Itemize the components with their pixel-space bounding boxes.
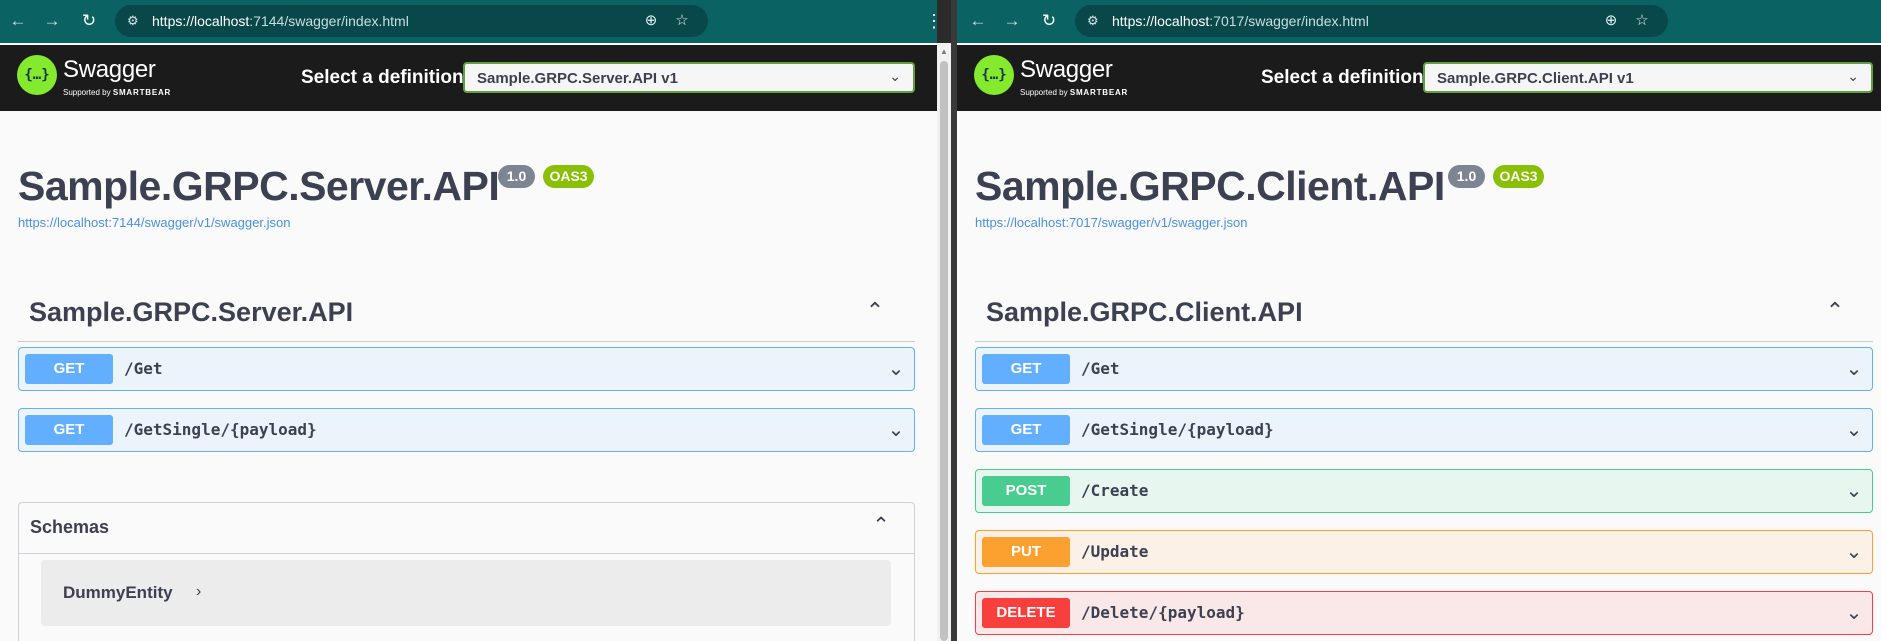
- swagger-topbar: {…} Swagger Supported by SMARTBEAR Selec…: [0, 45, 937, 111]
- reload-icon[interactable]: ↻: [78, 10, 100, 32]
- star-icon[interactable]: ☆: [1632, 11, 1652, 31]
- address-bar[interactable]: ⚙ https://localhost:7144/swagger/index.h…: [115, 5, 708, 37]
- url-path: :7144/swagger/index.html: [249, 13, 409, 29]
- url-host: https://localhost: [152, 13, 250, 29]
- tune-icon[interactable]: ⚙: [127, 13, 143, 29]
- api-title: Sample.GRPC.Server.API: [18, 163, 500, 209]
- operation-put-update[interactable]: PUT /Update ⌄: [975, 530, 1873, 574]
- back-arrow-icon[interactable]: ←: [967, 10, 989, 32]
- swagger-logo-icon[interactable]: {…}: [17, 55, 57, 95]
- method-badge: GET: [982, 354, 1070, 384]
- zoom-icon[interactable]: ⊕: [641, 11, 661, 31]
- smartbear-label: SMARTBEAR: [112, 88, 172, 97]
- operation-get-single[interactable]: GET /GetSingle/{payload} ⌄: [975, 408, 1873, 452]
- definition-selected-value: Sample.GRPC.Server.API v1: [477, 70, 678, 87]
- forward-arrow-icon[interactable]: →: [41, 10, 63, 32]
- reload-icon[interactable]: ↻: [1038, 10, 1060, 32]
- operation-path: /GetSingle/{payload}: [1081, 420, 1274, 439]
- swagger-brand-name: Swagger: [1020, 56, 1113, 83]
- url-text[interactable]: https://localhost:7144/swagger/index.htm…: [152, 13, 409, 29]
- chevron-down-icon[interactable]: ⌄: [1842, 540, 1866, 564]
- tag-section-title[interactable]: Sample.GRPC.Client.API: [986, 297, 1303, 328]
- oas-badge: OAS3: [1493, 165, 1544, 188]
- url-text[interactable]: https://localhost:7017/swagger/index.htm…: [1112, 13, 1369, 29]
- operation-path: /Delete/{payload}: [1081, 603, 1245, 622]
- version-badge: 1.0: [498, 165, 535, 188]
- method-badge: PUT: [982, 537, 1070, 567]
- browser-window-left: ← → ↻ ⚙ https://localhost:7144/swagger/i…: [0, 0, 937, 641]
- tune-icon[interactable]: ⚙: [1087, 13, 1103, 29]
- tag-section-title[interactable]: Sample.GRPC.Server.API: [29, 297, 353, 328]
- definition-selected-value: Sample.GRPC.Client.API v1: [1437, 70, 1634, 87]
- scroll-up-arrow-icon[interactable]: ▲: [940, 47, 948, 56]
- operation-post-create[interactable]: POST /Create ⌄: [975, 469, 1873, 513]
- chevron-down-icon[interactable]: ⌄: [884, 357, 908, 381]
- api-title: Sample.GRPC.Client.API: [975, 163, 1445, 209]
- schemas-divider: [19, 553, 914, 554]
- tag-divider: [975, 341, 1873, 342]
- browser-toolbar: ← → ↻ ⚙ https://localhost:7144/swagger/i…: [0, 0, 937, 43]
- forward-arrow-icon[interactable]: →: [1001, 10, 1023, 32]
- operation-get-single[interactable]: GET /GetSingle/{payload} ⌄: [18, 408, 915, 452]
- spec-json-link[interactable]: https://localhost:7017/swagger/v1/swagge…: [975, 215, 1247, 230]
- schemas-section: Schemas ⌃ DummyEntity ›: [18, 502, 915, 641]
- chevron-up-icon[interactable]: ⌃: [868, 513, 894, 539]
- browser-toolbar: ← → ↻ ⚙ https://localhost:7017/swagger/i…: [957, 0, 1881, 43]
- url-host: https://localhost: [1112, 13, 1210, 29]
- chevron-down-icon[interactable]: ⌄: [1842, 357, 1866, 381]
- operation-path: /Get: [124, 359, 163, 378]
- swagger-topbar: {…} Swagger Supported by SMARTBEAR Selec…: [957, 45, 1881, 111]
- scrollbar-thumb[interactable]: [940, 61, 948, 641]
- version-badge: 1.0: [1448, 165, 1485, 188]
- oas-badge: OAS3: [543, 165, 594, 188]
- method-badge: GET: [982, 415, 1070, 445]
- kebab-menu-icon[interactable]: ⋮: [925, 10, 937, 32]
- chevron-right-icon[interactable]: ›: [196, 583, 201, 601]
- definition-label: Select a definition: [1261, 67, 1424, 88]
- definition-select[interactable]: Sample.GRPC.Server.API v1 ⌄: [463, 62, 915, 93]
- star-icon[interactable]: ☆: [672, 11, 692, 31]
- supported-by-label: Supported by: [63, 88, 111, 97]
- method-badge: GET: [25, 354, 113, 384]
- swagger-supported-by: Supported by SMARTBEAR: [1020, 88, 1128, 97]
- operation-path: /Get: [1081, 359, 1120, 378]
- operation-get[interactable]: GET /Get ⌄: [18, 347, 915, 391]
- operation-path: /GetSingle/{payload}: [124, 420, 317, 439]
- tag-divider: [18, 341, 915, 342]
- operation-delete[interactable]: DELETE /Delete/{payload} ⌄: [975, 591, 1873, 635]
- chevron-down-icon: ⌄: [889, 68, 901, 84]
- chevron-down-icon[interactable]: ⌄: [1842, 418, 1866, 442]
- url-path: :7017/swagger/index.html: [1209, 13, 1369, 29]
- address-bar[interactable]: ⚙ https://localhost:7017/swagger/index.h…: [1075, 5, 1668, 37]
- back-arrow-icon[interactable]: ←: [7, 10, 29, 32]
- chevron-down-icon[interactable]: ⌄: [884, 418, 908, 442]
- zoom-icon[interactable]: ⊕: [1601, 11, 1621, 31]
- chevron-down-icon: ⌄: [1847, 68, 1859, 84]
- swagger-logo-icon[interactable]: {…}: [974, 55, 1014, 95]
- method-badge: GET: [25, 415, 113, 445]
- schemas-title[interactable]: Schemas: [30, 517, 109, 538]
- definition-label: Select a definition: [301, 67, 464, 88]
- chevron-down-icon[interactable]: ⌄: [1842, 479, 1866, 503]
- swagger-supported-by: Supported by SMARTBEAR: [63, 88, 171, 97]
- definition-select[interactable]: Sample.GRPC.Client.API v1 ⌄: [1423, 62, 1873, 93]
- spec-json-link[interactable]: https://localhost:7144/swagger/v1/swagge…: [18, 215, 290, 230]
- smartbear-label: SMARTBEAR: [1069, 88, 1129, 97]
- operation-get[interactable]: GET /Get ⌄: [975, 347, 1873, 391]
- browser-window-right: ← → ↻ ⚙ https://localhost:7017/swagger/i…: [957, 0, 1881, 641]
- model-name: DummyEntity: [63, 583, 173, 602]
- scrollbar[interactable]: ▲: [937, 43, 951, 641]
- method-badge: POST: [982, 476, 1070, 506]
- chevron-up-icon[interactable]: ⌃: [1822, 298, 1848, 324]
- method-badge: DELETE: [982, 598, 1070, 628]
- model-item[interactable]: DummyEntity ›: [41, 560, 891, 626]
- chevron-up-icon[interactable]: ⌃: [862, 298, 888, 324]
- chevron-down-icon[interactable]: ⌄: [1842, 601, 1866, 625]
- operation-path: /Create: [1081, 481, 1149, 500]
- swagger-brand-name: Swagger: [63, 56, 156, 83]
- operation-path: /Update: [1081, 542, 1149, 561]
- supported-by-label: Supported by: [1020, 88, 1068, 97]
